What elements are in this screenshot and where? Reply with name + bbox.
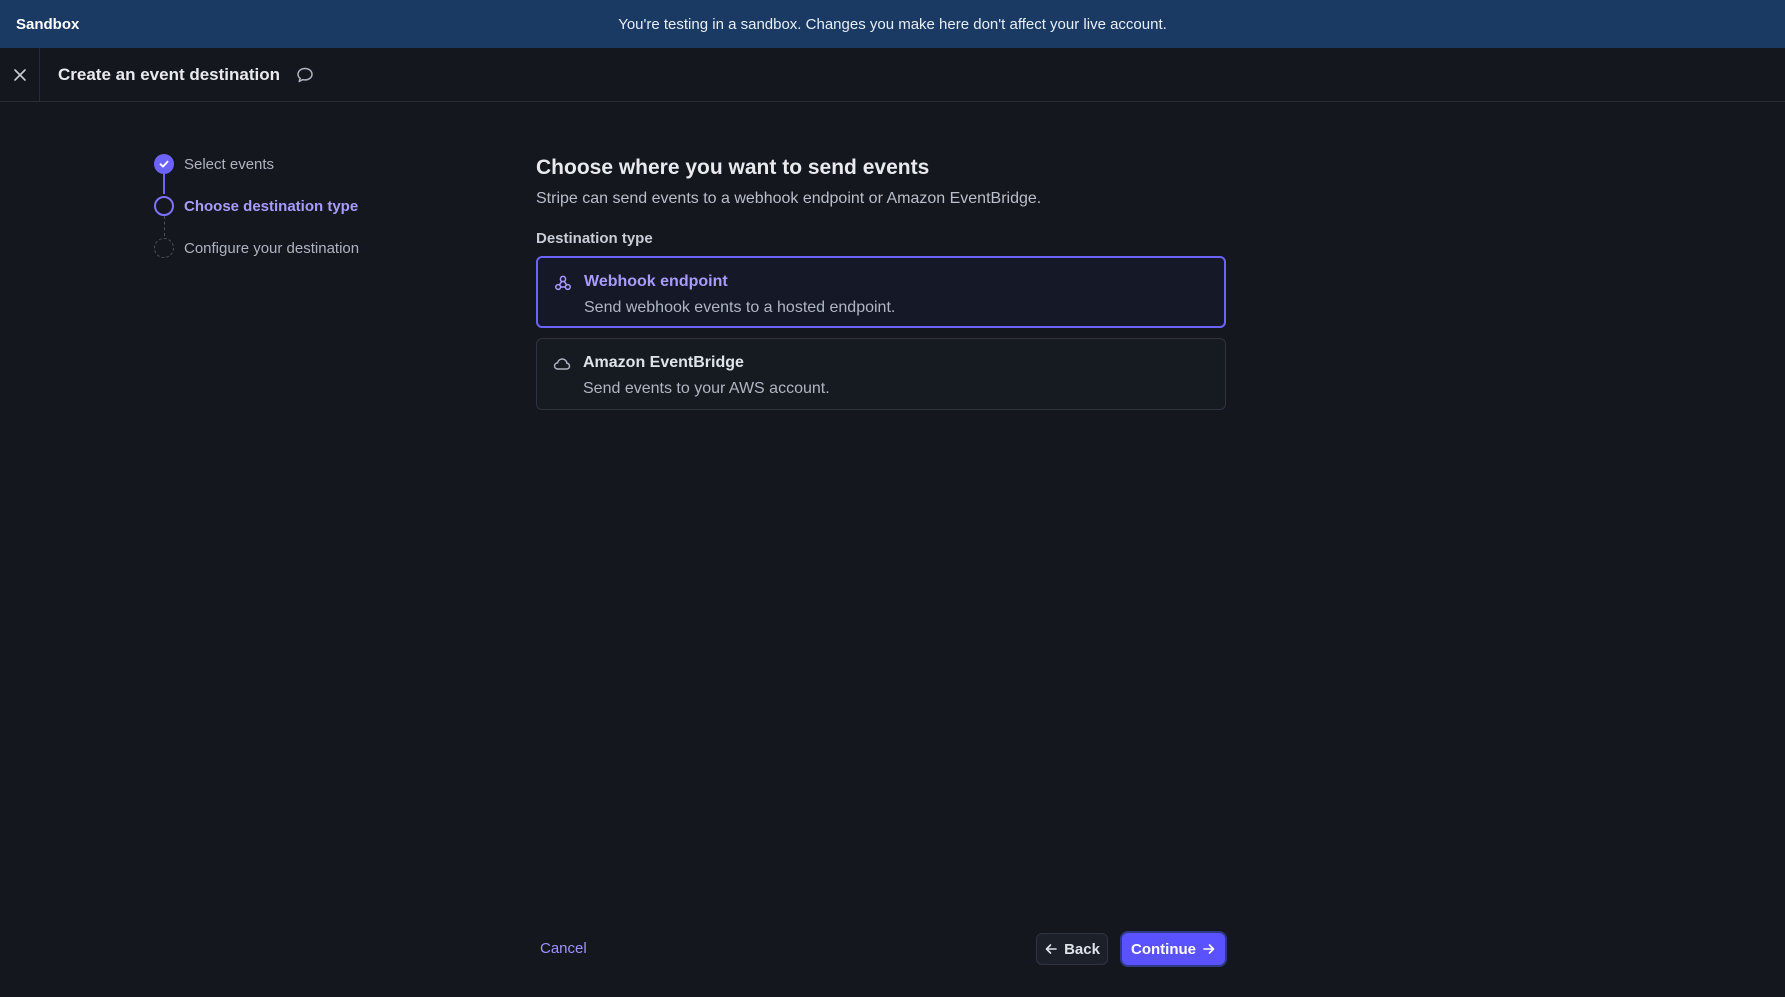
step-configure-destination: Configure your destination: [154, 236, 474, 260]
section-subtitle: Stripe can send events to a webhook endp…: [536, 190, 1042, 207]
step-connector: [163, 174, 165, 194]
arrow-left-icon: [1045, 944, 1057, 954]
option-title: Amazon EventBridge: [583, 354, 744, 371]
sandbox-banner: Sandbox You're testing in a sandbox. Cha…: [0, 0, 1785, 48]
step-label: Choose destination type: [184, 197, 359, 215]
continue-button[interactable]: Continue: [1122, 933, 1225, 965]
step-label: Select events: [184, 155, 275, 173]
progress-steps: Select events Choose destination type Co…: [154, 152, 474, 278]
close-icon: [13, 68, 26, 81]
cancel-button[interactable]: Cancel: [540, 940, 587, 957]
step-connector: [164, 216, 165, 236]
step-current-indicator: [154, 196, 174, 216]
step-complete-indicator: [154, 154, 174, 174]
cloud-icon: [553, 355, 571, 378]
option-description: Send webhook events to a hosted endpoint…: [584, 299, 896, 316]
sandbox-message: You're testing in a sandbox. Changes you…: [618, 15, 1167, 33]
continue-label: Continue: [1131, 940, 1196, 958]
arrow-right-icon: [1203, 944, 1215, 954]
destination-options: Webhook endpoint Send webhook events to …: [536, 256, 1226, 416]
feedback-button[interactable]: [296, 66, 314, 84]
section-title: Choose where you want to send events: [536, 156, 930, 179]
step-select-events[interactable]: Select events: [154, 152, 474, 194]
option-webhook-endpoint[interactable]: Webhook endpoint Send webhook events to …: [536, 256, 1226, 328]
step-label: Configure your destination: [184, 239, 360, 257]
webhook-icon: [554, 274, 572, 297]
step-pending-indicator: [154, 238, 174, 258]
option-amazon-eventbridge[interactable]: Amazon EventBridge Send events to your A…: [536, 338, 1226, 410]
page-title: Create an event destination: [58, 64, 281, 84]
destination-type-label: Destination type: [536, 230, 653, 247]
close-button[interactable]: [0, 47, 40, 102]
step-choose-destination-type[interactable]: Choose destination type: [154, 194, 474, 236]
chat-bubble-icon: [297, 67, 313, 82]
back-label: Back: [1064, 940, 1100, 958]
main-content: Choose where you want to send events Str…: [536, 156, 1226, 416]
option-title: Webhook endpoint: [584, 273, 728, 290]
page-header: Create an event destination: [0, 47, 1785, 102]
back-button[interactable]: Back: [1036, 933, 1108, 965]
check-icon: [159, 160, 169, 168]
option-description: Send events to your AWS account.: [583, 380, 830, 397]
sandbox-label: Sandbox: [16, 15, 80, 33]
